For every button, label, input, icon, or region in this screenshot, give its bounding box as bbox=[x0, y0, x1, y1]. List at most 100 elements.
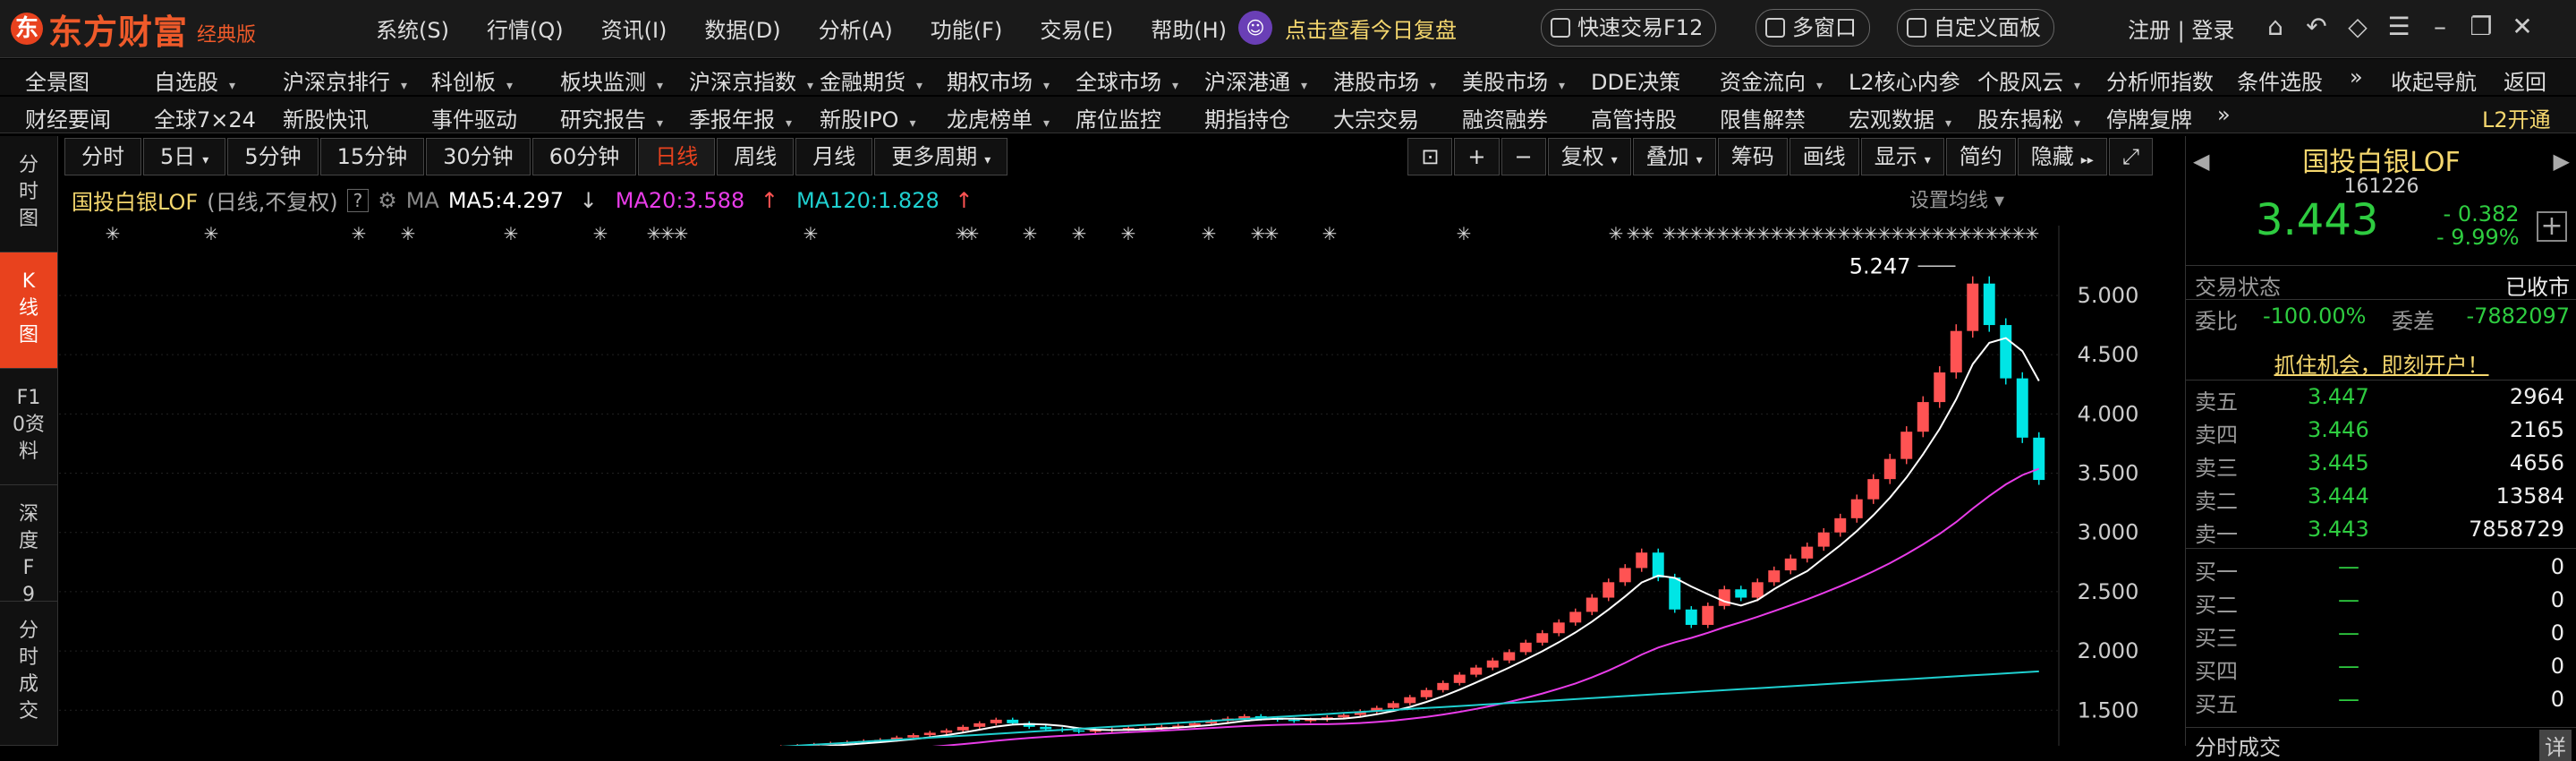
candle-body bbox=[1387, 703, 1399, 708]
nav2-item[interactable]: 新股IPO ▾ bbox=[820, 102, 915, 133]
order-book-row: 卖一 3.443 7858729 bbox=[2195, 517, 2564, 547]
candle-body bbox=[1718, 589, 1730, 606]
back-icon[interactable]: ↶ bbox=[2296, 11, 2337, 43]
nav1-item[interactable]: L2核心内参 bbox=[1849, 64, 1960, 96]
chips-button[interactable]: 筹码 bbox=[1717, 138, 1788, 175]
nav2-item[interactable]: 新股快讯 bbox=[283, 102, 369, 133]
period-tab[interactable]: 更多周期 ▾ bbox=[874, 138, 1008, 175]
nav1-item[interactable]: 期权市场 ▾ bbox=[947, 64, 1050, 96]
gear-icon[interactable]: ⚙ bbox=[378, 188, 397, 213]
nav2-item[interactable]: 财经要闻 bbox=[25, 102, 111, 133]
login-link[interactable]: 注册 | 登录 bbox=[2128, 13, 2234, 44]
tab-kline[interactable]: K线图 bbox=[0, 252, 57, 369]
nav1-item[interactable]: 资金流向 ▾ bbox=[1720, 64, 1823, 96]
period-tab[interactable]: 月线 bbox=[795, 138, 873, 175]
tab-intraday[interactable]: 分时图 bbox=[0, 136, 57, 252]
l2-open-link[interactable]: L2开通 bbox=[2482, 102, 2551, 133]
menu-market[interactable]: 行情(Q) bbox=[487, 13, 564, 44]
nav2-item[interactable]: 席位监控 bbox=[1075, 102, 1161, 133]
nav1-item[interactable]: 科创板 ▾ bbox=[431, 64, 513, 96]
nav2-item[interactable]: 大宗交易 bbox=[1333, 102, 1419, 133]
home-icon[interactable]: ⌂ bbox=[2255, 11, 2296, 43]
collapse-nav-button[interactable]: 收起导航 bbox=[2391, 64, 2477, 96]
period-tab[interactable]: 30分钟 bbox=[426, 138, 531, 175]
nav1-item[interactable]: DDE决策 bbox=[1591, 64, 1680, 96]
nav1-item[interactable]: 板块监测 ▾ bbox=[560, 64, 663, 96]
nav-more-icon[interactable]: » bbox=[2350, 64, 2363, 90]
nav1-item[interactable]: 沪深港通 ▾ bbox=[1204, 64, 1307, 96]
minimize-icon[interactable]: – bbox=[2419, 11, 2461, 43]
back-button[interactable]: 返回 bbox=[2504, 64, 2546, 96]
skin-icon[interactable]: ◇ bbox=[2337, 11, 2378, 43]
nav2-item[interactable]: 期指持仓 bbox=[1204, 102, 1290, 133]
nav2-item[interactable]: 事件驱动 bbox=[431, 102, 517, 133]
multi-window-button[interactable]: 多窗口 bbox=[1756, 9, 1870, 47]
period-tab[interactable]: 15分钟 bbox=[319, 138, 425, 175]
menu-system[interactable]: 系统(S) bbox=[376, 13, 449, 44]
close-icon[interactable]: ✕ bbox=[2502, 11, 2543, 43]
nav1-item[interactable]: 个股风云 ▾ bbox=[1977, 64, 2080, 96]
nav1-item[interactable]: 沪深京指数 ▾ bbox=[689, 64, 813, 96]
custom-panel-button[interactable]: 自定义面板 bbox=[1897, 9, 2054, 47]
tab-f10[interactable]: F10资料 bbox=[0, 369, 57, 485]
nav2-item[interactable]: 宏观数据 ▾ bbox=[1849, 102, 1951, 133]
period-tab[interactable]: 分时 bbox=[64, 138, 141, 175]
review-promo[interactable]: ☺ 点击查看今日复盘 bbox=[1238, 11, 1457, 45]
nav2-item[interactable]: 限售解禁 bbox=[1720, 102, 1806, 133]
nav1-item[interactable]: 条件选股 bbox=[2237, 64, 2323, 96]
nav1-item[interactable]: 金融期货 ▾ bbox=[820, 64, 922, 96]
kline-chart[interactable]: ✳ ✳ ✳ ✳ ✳ ✳ ✳✳✳ ✳ ✳✳ ✳ ✳ ✳ ✳ ✳✳ ✳ ✳ ✳ ✳✳ ✳✳✳✳✳✳✳✳✳✳✳✳✳✳✳✳✳… bbox=[59, 136, 2183, 746]
overlay-button[interactable]: 叠加 ▾ bbox=[1632, 138, 1716, 175]
nav1-item[interactable]: 分析师指数 bbox=[2106, 64, 2214, 96]
period-tab[interactable]: 5日 ▾ bbox=[143, 138, 226, 175]
hide-button[interactable]: 隐藏 ▸▸ bbox=[2017, 138, 2107, 175]
draw-button[interactable]: 画线 bbox=[1789, 138, 1859, 175]
nav2-item[interactable]: 研究报告 ▾ bbox=[560, 102, 663, 133]
nav1-item[interactable]: 港股市场 ▾ bbox=[1333, 64, 1436, 96]
period-tab-active[interactable]: 日线 bbox=[638, 138, 716, 175]
menu-trade[interactable]: 交易(E) bbox=[1040, 13, 1113, 44]
ticks-header[interactable]: 分时成交 详 bbox=[2186, 727, 2576, 761]
zoom-in-icon[interactable]: + bbox=[1454, 138, 1500, 175]
zoom-out-icon[interactable]: − bbox=[1501, 138, 1546, 175]
nav-more-icon[interactable]: » bbox=[2217, 102, 2231, 127]
quick-trade-button[interactable]: 快速交易F12 bbox=[1541, 9, 1717, 47]
adjust-button[interactable]: 复权 ▾ bbox=[1547, 138, 1631, 175]
open-account-link[interactable]: 抓住机会，即刻开户！ bbox=[2186, 347, 2576, 379]
nav2-item[interactable]: 高管持股 bbox=[1591, 102, 1677, 133]
nav2-item[interactable]: 季报年报 ▾ bbox=[689, 102, 792, 133]
nav1-item[interactable]: 自选股 ▾ bbox=[154, 64, 235, 96]
menu-news[interactable]: 资讯(I) bbox=[601, 13, 667, 44]
nav2-item[interactable]: 停牌复牌 bbox=[2106, 102, 2192, 133]
tab-ticks[interactable]: 分时成交 bbox=[0, 602, 57, 746]
set-ma-button[interactable]: 设置均线 ▾ bbox=[1909, 184, 2004, 213]
app-logo[interactable]: 东 东方财富 经典版 bbox=[11, 9, 256, 52]
menu-help[interactable]: 帮助(H) bbox=[1151, 13, 1227, 44]
period-tab[interactable]: 周线 bbox=[717, 138, 795, 175]
nav2-item[interactable]: 龙虎榜单 ▾ bbox=[947, 102, 1050, 133]
nav1-item[interactable]: 全球市场 ▾ bbox=[1075, 64, 1178, 96]
settings-icon[interactable]: ☰ bbox=[2378, 11, 2419, 43]
restore-icon[interactable]: ❐ bbox=[2461, 11, 2502, 43]
help-icon[interactable]: ? bbox=[346, 188, 370, 212]
menu-function[interactable]: 功能(F) bbox=[931, 13, 1003, 44]
event-marker-icon: ✳ bbox=[1730, 223, 1745, 244]
candle-body bbox=[923, 732, 936, 736]
legend-mode[interactable]: (日线,不复权) bbox=[207, 184, 337, 216]
simple-button[interactable]: 简约 bbox=[1945, 138, 2016, 175]
lock-icon[interactable]: ⊡ bbox=[1407, 138, 1453, 175]
nav2-item[interactable]: 全球7×24 bbox=[154, 102, 256, 133]
nav1-item[interactable]: 美股市场 ▾ bbox=[1462, 64, 1565, 96]
nav2-item[interactable]: 股东揭秘 ▾ bbox=[1977, 102, 2080, 133]
add-watchlist-button[interactable]: + bbox=[2537, 211, 2567, 242]
menu-data[interactable]: 数据(D) bbox=[704, 13, 780, 44]
menu-analysis[interactable]: 分析(A) bbox=[819, 13, 893, 44]
period-tab[interactable]: 60分钟 bbox=[531, 138, 637, 175]
fullscreen-icon[interactable]: ⤢ bbox=[2108, 138, 2153, 175]
nav2-item[interactable]: 融资融券 bbox=[1462, 102, 1548, 133]
nav1-item[interactable]: 沪深京排行 ▾ bbox=[283, 64, 407, 96]
display-button[interactable]: 显示 ▾ bbox=[1860, 138, 1944, 175]
tab-depth[interactable]: 深度F9 bbox=[0, 485, 57, 606]
nav1-item[interactable]: 全景图 bbox=[25, 64, 89, 96]
period-tab[interactable]: 5分钟 bbox=[227, 138, 319, 175]
